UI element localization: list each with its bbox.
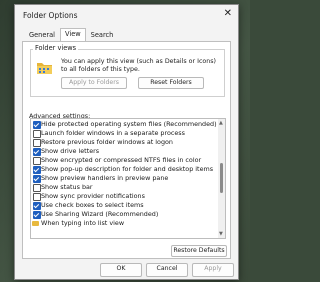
window-title: Folder Options — [23, 11, 78, 20]
apply-button[interactable]: Apply — [192, 263, 234, 277]
advanced-settings-list[interactable]: Hide protected operating system files (R… — [30, 118, 226, 239]
list-item: Restore previous folder windows at logon — [41, 138, 173, 146]
checkbox[interactable] — [33, 148, 41, 156]
scroll-up-icon[interactable]: ▲ — [219, 120, 223, 126]
checkbox[interactable] — [33, 175, 41, 183]
folder-icon — [32, 221, 39, 226]
cancel-button[interactable]: Cancel — [146, 263, 188, 277]
list-item: Launch folder windows in a separate proc… — [41, 129, 185, 137]
reset-folders-button[interactable]: Reset Folders — [138, 77, 204, 89]
list-item: Show encrypted or compressed NTFS files … — [41, 156, 202, 164]
list-item: Use Sharing Wizard (Recommended) — [41, 210, 159, 218]
checkbox[interactable] — [33, 157, 41, 165]
restore-defaults-button[interactable]: Restore Defaults — [171, 245, 227, 257]
list-item: Show pop-up description for folder and d… — [41, 165, 214, 173]
apply-to-folders-button[interactable]: Apply to Folders — [61, 77, 127, 89]
folder-views-title: Folder views — [33, 44, 79, 52]
list-item: Show status bar — [41, 183, 93, 191]
ok-button[interactable]: OK — [100, 263, 142, 277]
checkbox[interactable] — [33, 211, 41, 219]
list-item: Use check boxes to select items — [41, 201, 144, 209]
checkbox[interactable] — [33, 202, 41, 210]
scroll-down-icon[interactable]: ▼ — [219, 231, 223, 237]
tab-bar: General View Search — [24, 28, 119, 43]
checkbox[interactable] — [33, 130, 41, 138]
close-icon[interactable]: ✕ — [224, 8, 232, 19]
folder-options-dialog: Folder Options ✕ General View Search Fol… — [14, 4, 239, 280]
list-item: When typing into list view — [41, 219, 125, 227]
checkbox[interactable] — [33, 193, 41, 201]
scrollbar-thumb[interactable] — [220, 163, 223, 193]
checkbox[interactable] — [33, 139, 41, 147]
checkbox[interactable] — [33, 121, 41, 129]
checkbox[interactable] — [33, 166, 41, 174]
folder-views-icon — [37, 63, 52, 74]
list-item: Show drive letters — [41, 147, 100, 155]
list-item: Show preview handlers in preview pane — [41, 174, 169, 182]
list-scrollbar[interactable]: ▲ ▼ — [218, 119, 225, 238]
folder-views-description: You can apply this view (such as Details… — [61, 58, 216, 73]
checkbox[interactable] — [33, 184, 41, 192]
tab-search[interactable]: Search — [86, 29, 119, 41]
list-item: Hide protected operating system files (R… — [41, 120, 217, 128]
tab-general[interactable]: General — [24, 29, 60, 41]
list-item: Show sync provider notifications — [41, 192, 145, 200]
view-tab-panel: Folder views You can apply this view (su… — [22, 41, 231, 259]
